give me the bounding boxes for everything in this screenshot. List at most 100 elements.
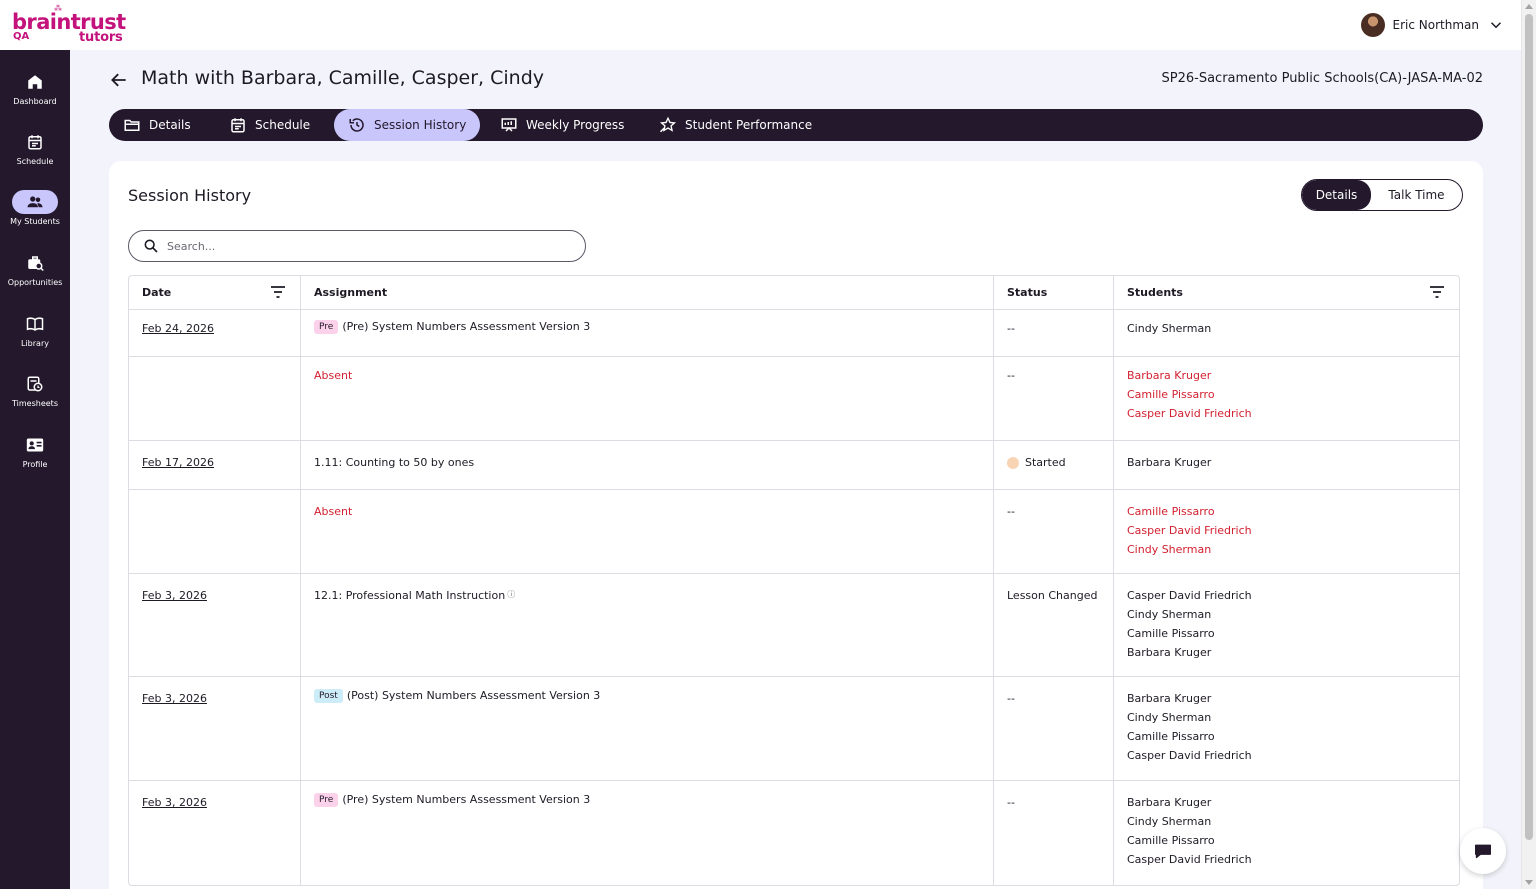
student-name: Camille Pissarro (1127, 730, 1215, 743)
scrollbar-thumb[interactable] (1525, 14, 1533, 840)
braintrust-logo[interactable]: ⁂ braintrust QA tutors (12, 4, 126, 45)
sidebar-item-label: Opportunities (7, 278, 63, 287)
calendar-icon (231, 118, 245, 133)
column-header-label: Date (142, 286, 172, 299)
status-value: -- (994, 781, 1114, 885)
sidebar-item-label: Library (21, 339, 49, 348)
status-value: Started (1025, 456, 1066, 469)
scroll-down-icon[interactable] (1525, 880, 1533, 885)
tab-label: Student Performance (685, 118, 813, 132)
profile-card-icon (12, 433, 58, 457)
top-bar: ⁂ braintrust QA tutors Eric Northman (0, 0, 1521, 50)
column-header-assignment: Assignment (301, 276, 994, 309)
sidebar-item-timesheets[interactable]: Timesheets (0, 372, 70, 428)
absent-label: Absent (301, 357, 994, 440)
status-value: -- (994, 357, 1114, 440)
table-row: Feb 24, 2026 Pre (Pre) System Numbers Ass… (129, 310, 1459, 357)
view-toggle: Details Talk Time (1301, 179, 1463, 211)
status-value: -- (994, 677, 1114, 780)
tab-student-performance[interactable]: Student Performance (645, 109, 826, 141)
absent-student-name: Casper David Friedrich (1127, 524, 1252, 537)
session-date-link[interactable]: Feb 24, 2026 (142, 322, 214, 335)
absent-student-name: Barbara Kruger (1127, 369, 1212, 382)
session-history-card: Session History Details Talk Time Date A… (109, 161, 1483, 889)
sidebar-item-label: Dashboard (13, 97, 57, 106)
student-name: Casper David Friedrich (1127, 853, 1252, 866)
sidebar-item-label: Timesheets (12, 399, 58, 408)
student-name: Cindy Sherman (1127, 815, 1212, 828)
pre-badge: Pre (314, 793, 339, 807)
section-title: Session History (128, 186, 252, 205)
status-value: -- (994, 490, 1114, 573)
tab-schedule[interactable]: Schedule (215, 109, 324, 141)
session-date-link[interactable]: Feb 17, 2026 (142, 456, 214, 469)
session-date-link[interactable]: Feb 3, 2026 (142, 692, 207, 705)
tab-weekly-progress[interactable]: Weekly Progress (486, 109, 638, 141)
sidebar-item-dashboard[interactable]: Dashboard (0, 70, 70, 126)
assignment-name: 1.11: Counting to 50 by ones (301, 441, 994, 489)
sidebar-item-my-students[interactable]: My Students (0, 190, 70, 246)
session-table: Date Assignment Status Students Feb 24, … (128, 275, 1460, 886)
tab-label: Session History (374, 118, 467, 132)
assignment-name: (Pre) System Numbers Assessment Version … (342, 793, 591, 806)
column-header-students[interactable]: Students (1114, 276, 1459, 309)
column-header-label: Students (1127, 286, 1183, 299)
avatar (1360, 13, 1385, 37)
user-name: Eric Northman (1392, 18, 1479, 32)
search-input[interactable] (167, 239, 547, 253)
tab-details[interactable]: Details (109, 109, 205, 141)
scroll-up-icon[interactable] (1525, 4, 1533, 9)
briefcase-search-icon (12, 251, 58, 275)
tab-session-history[interactable]: Session History (334, 109, 481, 141)
student-name: Barbara Kruger (1127, 646, 1212, 659)
book-icon (12, 312, 58, 336)
user-menu[interactable]: Eric Northman (1360, 13, 1505, 37)
student-name: Barbara Kruger (1127, 692, 1212, 705)
sidebar-item-label: Schedule (16, 157, 54, 166)
sidebar-item-profile[interactable]: Profile (0, 433, 70, 489)
assignment-name: (Post) System Numbers Assessment Version… (346, 689, 601, 702)
column-header-date[interactable]: Date (129, 276, 301, 309)
info-icon[interactable]: ⓘ (507, 589, 515, 600)
sidebar-item-schedule[interactable]: Schedule (0, 130, 70, 186)
page-scrollbar[interactable] (1521, 0, 1536, 889)
chat-button[interactable] (1460, 828, 1506, 874)
table-row: Feb 3, 2026 Pre (Pre) System Numbers Asse… (129, 781, 1459, 885)
sidebar-item-library[interactable]: Library (0, 312, 70, 368)
status-dot-icon (1007, 457, 1019, 469)
chevron-down-icon[interactable] (1487, 16, 1505, 34)
sidebar: Dashboard Schedule My Students Opportuni… (0, 50, 70, 889)
back-arrow-icon[interactable] (109, 70, 129, 90)
talk-time-toggle-button[interactable]: Talk Time (1371, 180, 1462, 210)
tab-label: Weekly Progress (526, 118, 625, 132)
student-name: Barbara Kruger (1127, 796, 1212, 809)
session-date-link[interactable]: Feb 3, 2026 (142, 589, 207, 602)
absent-label: Absent (301, 490, 994, 573)
student-name: Casper David Friedrich (1127, 749, 1252, 762)
student-name: Camille Pissarro (1127, 627, 1215, 640)
status-value: -- (994, 310, 1114, 356)
absent-student-name: Cindy Sherman (1127, 543, 1212, 556)
logo-subtitle: tutors (79, 30, 123, 45)
sidebar-item-opportunities[interactable]: Opportunities (0, 251, 70, 307)
student-name: Cindy Sherman (1127, 322, 1212, 335)
sidebar-item-label: Profile (22, 460, 48, 469)
student-name: Cindy Sherman (1127, 711, 1212, 724)
home-icon (12, 70, 58, 94)
post-badge: Post (314, 689, 343, 703)
filter-icon[interactable] (1429, 285, 1445, 299)
student-name: Casper David Friedrich (1127, 589, 1252, 602)
pre-badge: Pre (314, 320, 339, 334)
calendar-icon (12, 130, 58, 154)
table-row: Feb 17, 2026 1.11: Counting to 50 by one… (129, 441, 1459, 490)
history-icon (349, 118, 364, 132)
column-header-status: Status (994, 276, 1114, 309)
absent-student-name: Camille Pissarro (1127, 388, 1215, 401)
student-name: Cindy Sherman (1127, 608, 1212, 621)
details-toggle-button[interactable]: Details (1302, 180, 1371, 210)
class-code: SP26-Sacramento Public Schools(CA)-JASA-… (1161, 71, 1484, 86)
session-date-link[interactable]: Feb 3, 2026 (142, 796, 207, 809)
filter-icon[interactable] (270, 285, 286, 299)
environment-label: QA (13, 31, 30, 42)
sidebar-item-label: My Students (10, 217, 60, 226)
